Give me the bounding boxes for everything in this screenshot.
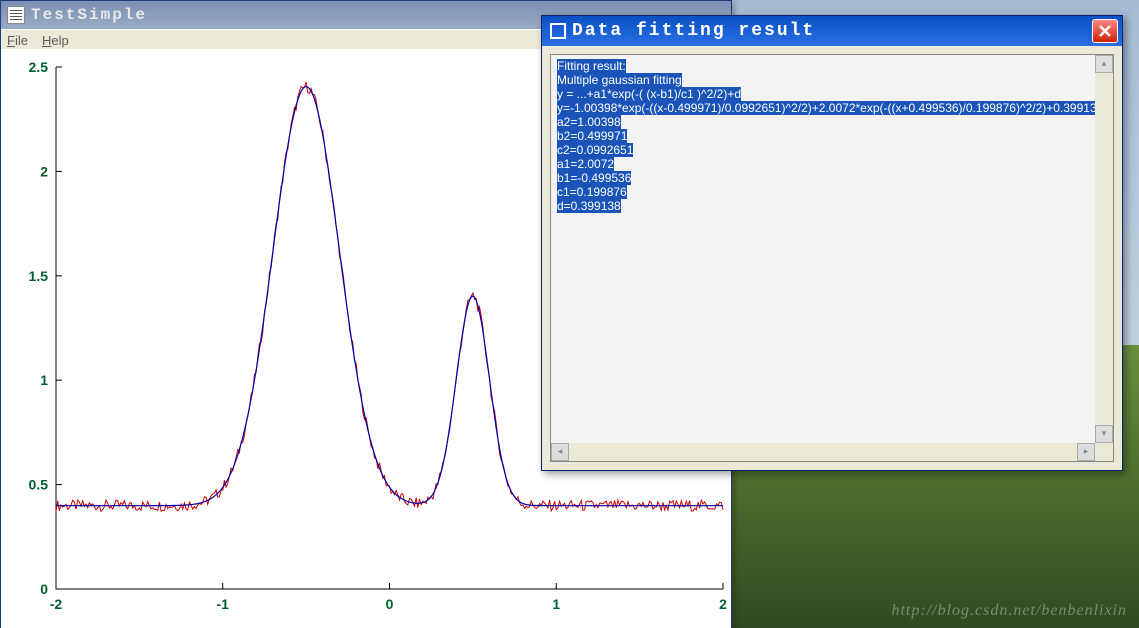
popup-title: Data fitting result <box>572 21 815 41</box>
svg-text:-1: -1 <box>217 596 230 612</box>
data-fitting-result-window: Data fitting result Fitting result:Multi… <box>541 15 1123 471</box>
svg-text:2: 2 <box>719 596 727 612</box>
svg-text:-2: -2 <box>50 596 63 612</box>
scroll-right-icon[interactable]: ▸ <box>1077 443 1095 461</box>
app-icon <box>7 6 25 24</box>
popup-body: Fitting result:Multiple gaussian fitting… <box>550 54 1114 462</box>
svg-text:1: 1 <box>552 596 560 612</box>
horizontal-scrollbar[interactable]: ◂ ▸ <box>551 443 1095 461</box>
svg-text:2.5: 2.5 <box>29 59 49 75</box>
window-icon <box>550 23 566 39</box>
svg-text:0.5: 0.5 <box>29 477 49 493</box>
svg-text:0: 0 <box>386 596 394 612</box>
menu-help[interactable]: Help <box>42 33 69 48</box>
close-icon <box>1098 24 1112 38</box>
menu-file[interactable]: File <box>7 33 28 48</box>
watermark-text: http://blog.csdn.net/benbenlixin <box>891 602 1127 620</box>
scroll-up-icon[interactable]: ▴ <box>1095 55 1113 73</box>
scroll-left-icon[interactable]: ◂ <box>551 443 569 461</box>
svg-text:0: 0 <box>40 581 48 597</box>
svg-text:2: 2 <box>40 163 48 179</box>
popup-titlebar[interactable]: Data fitting result <box>542 16 1122 46</box>
svg-text:1.5: 1.5 <box>29 268 49 284</box>
vertical-scrollbar[interactable]: ▴ ▾ <box>1095 55 1113 443</box>
close-button[interactable] <box>1092 19 1118 43</box>
fitting-result-text[interactable]: Fitting result:Multiple gaussian fitting… <box>551 55 1113 461</box>
main-title: TestSimple <box>31 6 147 24</box>
scroll-corner <box>1095 443 1113 461</box>
scroll-down-icon[interactable]: ▾ <box>1095 425 1113 443</box>
svg-text:1: 1 <box>40 372 48 388</box>
